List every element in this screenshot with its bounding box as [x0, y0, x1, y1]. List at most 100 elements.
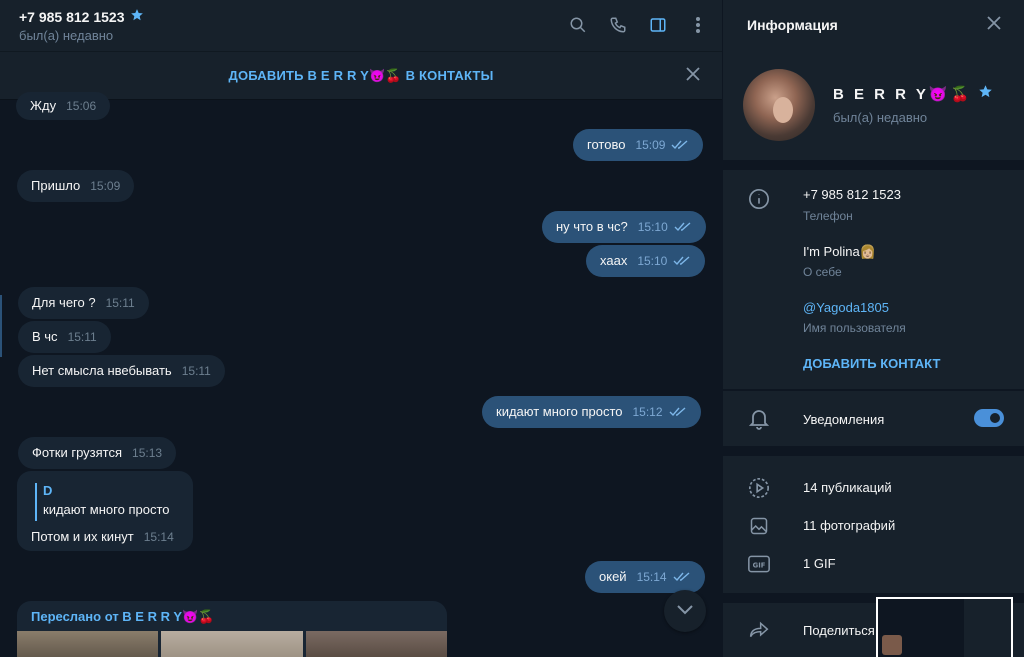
photo-album[interactable]: [17, 631, 447, 657]
phone-call-icon[interactable]: [608, 14, 628, 36]
chevron-down-icon: [676, 602, 694, 620]
phone-label: Телефон: [803, 209, 853, 223]
read-check-icon: [669, 397, 687, 429]
reply-quote[interactable]: D кидают много просто: [35, 483, 169, 521]
message-time: 15:10: [637, 220, 668, 234]
read-check-icon: [671, 130, 689, 162]
premium-star-icon: [130, 8, 144, 25]
bell-icon: [747, 407, 771, 431]
info-panel: Информация B E R R Y😈🍒 был(а) недавно +7…: [722, 0, 1024, 657]
chat-status: был(а) недавно: [19, 28, 114, 43]
divider: [723, 446, 1024, 456]
media-publications[interactable]: 14 публикаций: [803, 480, 892, 495]
message-bubble[interactable]: Жду 15:06: [16, 92, 111, 120]
reply-quote-text: кидают много просто: [43, 502, 170, 517]
message-text: Нет смысла нвебывать: [32, 363, 172, 378]
username-link[interactable]: @Yagoda1805: [803, 300, 889, 315]
message-bubble[interactable]: кидают много просто 15:12: [482, 396, 701, 428]
svg-text:GIF: GIF: [753, 561, 766, 569]
message-text: окей: [599, 569, 627, 584]
info-header: Информация: [723, 0, 1024, 52]
photo-thumbnail[interactable]: [161, 631, 303, 657]
chat-title[interactable]: +7 985 812 1523: [19, 8, 144, 25]
message-text: Потом и их кинут: [31, 529, 134, 544]
info-title: Информация: [747, 17, 838, 33]
message-text: Фотки грузятся: [32, 445, 123, 460]
reply-quote-author: D: [43, 483, 53, 498]
message-bubble[interactable]: Пришло 15:09: [17, 170, 135, 202]
forwarded-message-bubble[interactable]: Переслано от B E R R Y😈🍒: [17, 601, 447, 657]
bio-label: О себе: [803, 265, 842, 279]
profile-status: был(а) недавно: [833, 110, 928, 125]
message-text: кидают много просто: [496, 404, 623, 419]
message-time: 15:14: [636, 570, 667, 584]
add-contact-button[interactable]: ДОБАВИТЬ КОНТАКТ: [803, 356, 940, 371]
message-bubble[interactable]: окей 15:14: [585, 561, 705, 593]
message-time: 15:11: [67, 330, 97, 344]
profile-name: B E R R Y😈🍒: [833, 84, 993, 103]
message-bubble[interactable]: ну что в чс? 15:10: [542, 211, 706, 243]
reply-message-bubble[interactable]: D кидают много просто Потом и их кинут 15…: [17, 471, 193, 551]
message-time: 15:14: [143, 530, 174, 544]
message-time: 15:11: [105, 296, 135, 310]
chat-area: +7 985 812 1523 был(а) недавно ДОБАВИТЬ …: [0, 0, 722, 657]
phone-number[interactable]: +7 985 812 1523: [803, 187, 901, 202]
profile-name-text: B E R R Y😈🍒: [833, 85, 973, 103]
message-time: 15:10: [637, 254, 668, 268]
message-time: 15:06: [66, 99, 97, 113]
video-icon: [747, 476, 771, 500]
divider: [723, 389, 1024, 391]
add-contact-banner-button[interactable]: ДОБАВИТЬ B E R R Y😈🍒 В КОНТАКТЫ: [0, 68, 722, 84]
message-text: Для чего ?: [32, 295, 96, 310]
message-time: 15:09: [635, 138, 666, 152]
sidebar-toggle-icon[interactable]: [648, 14, 668, 36]
message-bubble[interactable]: готово 15:09: [573, 129, 704, 162]
read-check-icon: [673, 562, 691, 594]
message-time: 15:11: [181, 364, 211, 378]
message-text: Пришло: [31, 178, 81, 193]
forwarded-from-label[interactable]: Переслано от B E R R Y😈🍒: [31, 609, 214, 625]
photo-icon: [747, 514, 771, 538]
message-bubble[interactable]: хаах 15:10: [586, 245, 706, 278]
gif-icon: GIF: [747, 552, 771, 576]
chat-header[interactable]: +7 985 812 1523 был(а) недавно: [0, 0, 722, 52]
message-text: ну что в чс?: [556, 219, 628, 234]
close-icon[interactable]: [686, 67, 704, 85]
message-time: 15:09: [90, 179, 121, 193]
message-text: готово: [587, 137, 626, 152]
read-check-icon: [673, 246, 691, 278]
more-options-icon[interactable]: [688, 14, 708, 36]
close-icon[interactable]: [986, 15, 1006, 35]
screenshot-thumbnail-preview[interactable]: [876, 597, 1013, 657]
notifications-label: Уведомления: [803, 412, 885, 427]
chat-title-text: +7 985 812 1523: [19, 8, 125, 25]
add-contact-banner: ДОБАВИТЬ B E R R Y😈🍒 В КОНТАКТЫ: [0, 52, 722, 100]
message-text: Жду: [30, 98, 57, 113]
scroll-down-button[interactable]: [664, 590, 706, 632]
message-text: В чс: [32, 329, 58, 344]
photo-thumbnail[interactable]: [305, 631, 447, 657]
media-gifs[interactable]: 1 GIF: [803, 556, 836, 571]
share-icon: [747, 618, 771, 642]
message-time: 15:12: [632, 405, 663, 419]
notifications-toggle[interactable]: [974, 409, 1004, 427]
media-photos[interactable]: 11 фотографий: [803, 518, 895, 533]
avatar[interactable]: [743, 69, 815, 141]
share-button[interactable]: Поделиться: [803, 623, 875, 638]
message-bubble[interactable]: В чс 15:11: [18, 321, 111, 353]
photo-thumbnail[interactable]: [17, 631, 159, 657]
telegram-window: +7 985 812 1523 был(а) недавно ДОБАВИТЬ …: [0, 0, 1024, 657]
message-text: хаах: [600, 253, 628, 268]
message-bubble[interactable]: Нет смысла нвебывать 15:11: [18, 355, 225, 387]
selection-indicator: [0, 295, 2, 357]
search-icon[interactable]: [568, 14, 588, 36]
message-time: 15:13: [132, 446, 163, 460]
message-bubble[interactable]: Для чего ? 15:11: [18, 287, 149, 319]
username-label: Имя пользователя: [803, 321, 906, 335]
divider: [723, 160, 1024, 170]
premium-star-icon: [978, 84, 993, 103]
info-icon: [747, 187, 771, 211]
message-bubble[interactable]: Фотки грузятся 15:13: [18, 437, 177, 469]
read-check-icon: [674, 212, 692, 244]
bio-text[interactable]: I'm Polina👩🏼: [803, 244, 876, 260]
